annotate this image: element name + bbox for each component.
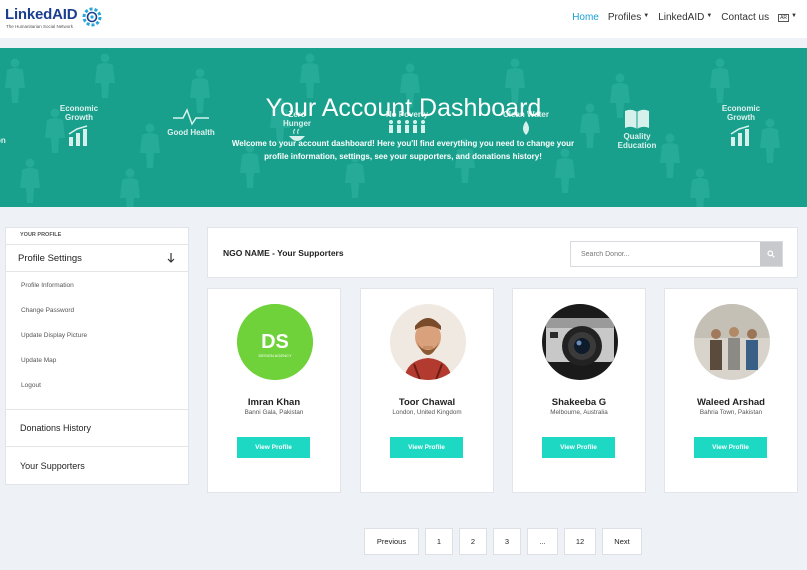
search-button[interactable] — [760, 242, 782, 266]
linkedaid-logo[interactable]: LinkedAID The Humanitarian Social Networ… — [5, 6, 105, 32]
bearded-man-photo — [390, 304, 466, 380]
sidebar-link-change-password[interactable]: Change Password — [21, 306, 188, 331]
nav-linkedaid[interactable]: LinkedAID ▼ — [658, 12, 712, 23]
supporter-location: Banni Gala, Pakistan — [244, 409, 304, 416]
pagination-page-12[interactable]: 12 — [564, 528, 596, 555]
caret-down-icon: ▼ — [643, 12, 650, 19]
sidebar-link-update-display-picture[interactable]: Update Display Picture — [21, 331, 188, 356]
nav-language[interactable]: AR ▼ — [778, 12, 797, 23]
nav-profiles-label: Profiles — [607, 12, 642, 23]
hero-bg-label: Quality Education — [617, 132, 657, 150]
nav-linkedaid-label: LinkedAID — [658, 12, 705, 23]
page-subtitle: Welcome to your account dashboard! Here … — [231, 139, 575, 161]
supporter-location: Melbourne, Australia — [550, 409, 608, 416]
hero-banner: on Economic Growth Good Health Zero Hung… — [0, 48, 807, 207]
profile-settings-label: Profile Settings — [18, 252, 82, 264]
view-profile-button[interactable]: View Profile — [542, 437, 615, 458]
nav-profiles[interactable]: Profiles ▼ — [608, 12, 649, 23]
logo-text-aid: AID — [52, 6, 78, 23]
hero-bg-item: on — [0, 136, 6, 145]
logo-gear-icon — [82, 7, 102, 27]
profile-settings-toggle[interactable]: Profile Settings — [6, 245, 188, 272]
logo-text-linked: Linked — [5, 6, 53, 23]
sidebar-donations-history[interactable]: Donations History — [6, 410, 188, 447]
sidebar-your-supporters[interactable]: Your Supporters — [6, 447, 188, 484]
nav-contact-label: Contact us — [721, 12, 770, 23]
people-street-photo — [694, 304, 770, 380]
supporter-location: Bahria Town, Pakistan — [699, 409, 763, 416]
sidebar-link-profile-information[interactable]: Profile Information — [21, 281, 188, 306]
avatar: DS DESIGN AGENCY — [237, 304, 313, 380]
top-navbar: LinkedAID The Humanitarian Social Networ… — [0, 0, 807, 38]
logo-tagline: The Humanitarian Social Network — [6, 24, 74, 29]
view-profile-button[interactable]: View Profile — [237, 437, 310, 458]
supporter-location: London, United Kingdom — [392, 409, 462, 416]
pagination-page-3[interactable]: 3 — [493, 528, 521, 555]
pagination-previous[interactable]: Previous — [364, 528, 419, 555]
avatar — [390, 304, 466, 380]
growth-chart-icon — [730, 125, 750, 146]
sidebar-link-logout[interactable]: Logout — [21, 381, 188, 399]
pagination-next[interactable]: Next — [602, 528, 642, 555]
profile-sidebar: YOUR PROFILE Profile Settings Profile In… — [5, 227, 189, 485]
hero-bg-label: Good Health — [167, 128, 215, 137]
supporter-card: DS DESIGN AGENCY Imran Khan Banni Gala, … — [207, 288, 341, 493]
growth-chart-icon — [68, 125, 88, 146]
nav-contact[interactable]: Contact us — [721, 12, 769, 23]
arrow-down-icon — [167, 253, 175, 263]
pagination: Previous 1 2 3 ... 12 Next — [364, 528, 642, 555]
search-donor-input[interactable] — [571, 242, 760, 266]
page-title: Your Account Dashboard — [265, 94, 542, 122]
nav-home-label: Home — [572, 12, 599, 23]
avatar — [542, 304, 618, 380]
view-profile-button[interactable]: View Profile — [390, 437, 463, 458]
supporter-card: Waleed Arshad Bahria Town, Pakistan View… — [664, 288, 798, 493]
ds-logo-avatar: DS DESIGN AGENCY — [237, 304, 313, 380]
search-icon — [767, 250, 775, 258]
donor-search — [570, 241, 783, 267]
avatar-subtext: DESIGN AGENCY — [258, 353, 291, 358]
supporter-name: Shakeeba G — [551, 397, 607, 408]
pagination-page-1[interactable]: 1 — [425, 528, 453, 555]
camera-photo — [542, 304, 618, 380]
language-icon: AR — [778, 13, 790, 22]
sidebar-heading: YOUR PROFILE — [6, 228, 188, 245]
caret-down-icon: ▼ — [706, 12, 713, 19]
supporters-title: NGO NAME - Your Supporters — [223, 248, 344, 258]
pagination-ellipsis: ... — [527, 528, 558, 555]
supporter-name: Imran Khan — [247, 397, 301, 408]
pagination-page-2[interactable]: 2 — [459, 528, 487, 555]
caret-down-icon: ▼ — [791, 12, 797, 19]
supporters-header: NGO NAME - Your Supporters — [207, 227, 798, 278]
main-nav: Home Profiles ▼ LinkedAID ▼ Contact us AR ▼ — [572, 12, 797, 23]
supporter-name: Toor Chawal — [398, 397, 456, 408]
nav-home[interactable]: Home — [572, 12, 599, 23]
avatar-text: DS — [261, 331, 289, 353]
supporter-card: Toor Chawal London, United Kingdom View … — [360, 288, 494, 493]
avatar — [694, 304, 770, 380]
supporter-name: Waleed Arshad — [697, 397, 765, 408]
sidebar-link-update-map[interactable]: Update Map — [21, 356, 188, 381]
supporter-card: Shakeeba G Melbourne, Australia View Pro… — [512, 288, 646, 493]
sidebar-links: Profile Information Change Password Upda… — [6, 272, 188, 410]
view-profile-button[interactable]: View Profile — [694, 437, 767, 458]
